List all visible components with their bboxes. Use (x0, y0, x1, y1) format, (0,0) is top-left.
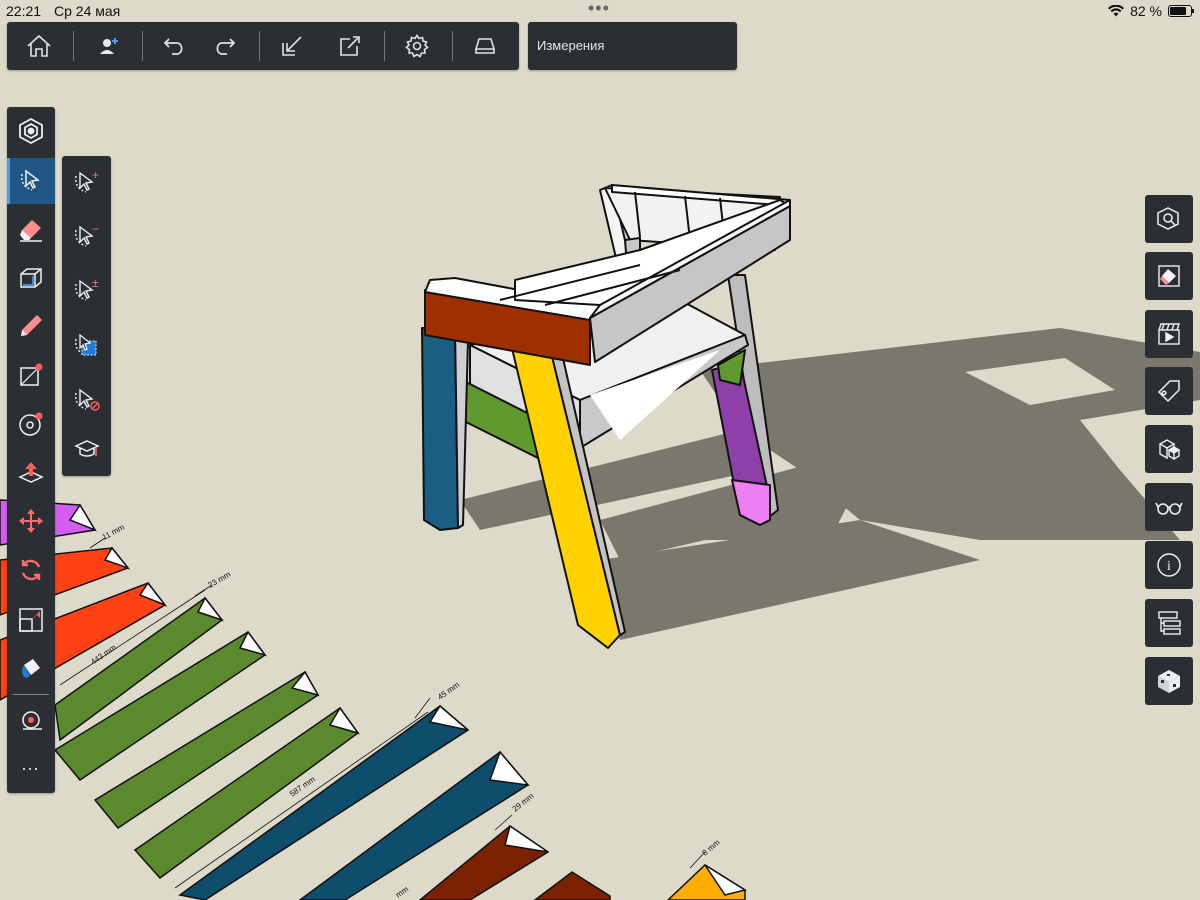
circle-tool-button[interactable] (7, 401, 55, 447)
select-add-icon: + (74, 168, 99, 193)
dim-label-11: 11 mm (101, 522, 127, 541)
toolbar-separator (384, 31, 385, 61)
box-tool-button[interactable] (7, 255, 55, 301)
import-button[interactable] (268, 22, 316, 70)
dim-label-8: 8 mm (701, 838, 722, 858)
instructor-panel[interactable]: Измерения (528, 22, 737, 70)
tray-icon (474, 38, 496, 54)
eraser-tool-button[interactable] (7, 207, 55, 253)
export-icon (340, 36, 360, 56)
select-add-button[interactable]: + (62, 156, 111, 208)
select-toggle-button[interactable]: ± (62, 264, 111, 316)
materials-icon (1158, 670, 1180, 693)
select-tool-button[interactable] (7, 158, 55, 204)
object-info-button[interactable] (1145, 252, 1193, 300)
search-components-button[interactable] (1145, 195, 1193, 243)
select-all-icon (74, 333, 96, 356)
rotate-tool-button[interactable] (7, 547, 55, 593)
info-letter: i (1167, 559, 1171, 574)
scenes-button[interactable] (1145, 310, 1193, 358)
scenes-icon (1158, 323, 1180, 345)
instructor-title: Измерения (537, 38, 605, 53)
box-icon (20, 268, 42, 288)
import-icon (282, 36, 302, 56)
add-sign: + (92, 168, 99, 182)
rectangle-tool-button[interactable] (7, 352, 55, 398)
gear-icon (405, 34, 429, 58)
info-icon: i (1157, 553, 1181, 577)
info-button[interactable]: i (1145, 541, 1193, 589)
home-button[interactable] (15, 22, 63, 70)
select-none-icon (74, 388, 100, 411)
account-button[interactable] (85, 22, 133, 70)
model-viewport[interactable]: 11 mm 23 mm 443 mm 45 mm 587 mm 29 mm 8 … (0, 0, 1200, 900)
tape-measure-tool-button[interactable] (7, 698, 55, 744)
redo-icon (216, 38, 235, 55)
dim-label-45: 45 mm (436, 680, 461, 702)
tags-icon (1157, 380, 1180, 403)
paint-tool-button[interactable] (7, 645, 55, 691)
tags-button[interactable] (1145, 367, 1193, 415)
toolbar-separator (452, 31, 453, 61)
display-icon (1155, 502, 1183, 515)
select-icon (20, 169, 40, 191)
rectangle-icon (20, 363, 43, 386)
export-button[interactable] (326, 22, 374, 70)
object-info-icon (1158, 265, 1180, 287)
select-none-button[interactable] (62, 373, 111, 425)
select-subtract-button[interactable]: − (62, 210, 111, 262)
pencil-tool-button[interactable] (7, 303, 55, 349)
undo-icon (164, 38, 183, 55)
paint-bucket-icon (22, 659, 40, 678)
push-pull-tool-button[interactable] (7, 450, 55, 496)
materials-button[interactable] (1145, 657, 1193, 705)
toolbar-separator (142, 31, 143, 61)
learn-button[interactable] (62, 424, 111, 476)
select-toggle-icon: ± (74, 276, 99, 301)
components-button[interactable] (1145, 425, 1193, 473)
toggle-sign: ± (92, 276, 99, 290)
circle-icon (19, 412, 43, 436)
user-add-icon (100, 38, 118, 54)
logo-button[interactable] (7, 108, 55, 154)
rotate-icon (21, 559, 41, 581)
tape-measure-icon (22, 711, 42, 730)
top-toolbar (7, 22, 519, 70)
eraser-icon (20, 220, 42, 242)
pencil-icon (21, 315, 42, 336)
outliner-icon (1158, 611, 1181, 635)
select-tool-flyout: + − ± (62, 156, 111, 476)
push-pull-icon (18, 462, 44, 483)
outliner-button[interactable] (1145, 599, 1193, 647)
logo-icon (19, 117, 43, 145)
dim-label-29: 29 mm (511, 791, 536, 813)
left-toolbar: ⋯ (7, 107, 55, 793)
select-all-button[interactable] (62, 319, 111, 371)
scale-icon (19, 608, 43, 632)
layout-button[interactable] (461, 22, 509, 70)
display-button[interactable] (1145, 483, 1193, 531)
toolbar-separator (73, 31, 74, 61)
home-icon (27, 34, 51, 57)
toolbar-separator (259, 31, 260, 61)
redo-button[interactable] (200, 22, 248, 70)
more-icon: ⋯ (21, 759, 41, 779)
settings-button[interactable] (393, 22, 441, 70)
move-icon (19, 509, 43, 533)
more-tools-button[interactable]: ⋯ (7, 746, 55, 792)
toolbar-divider (13, 694, 49, 695)
components-icon (1158, 439, 1181, 461)
move-tool-button[interactable] (7, 498, 55, 544)
undo-button[interactable] (151, 22, 199, 70)
select-subtract-icon: − (74, 222, 99, 247)
learn-icon (73, 440, 100, 457)
dim-label-mm: mm (394, 884, 410, 899)
subtract-sign: − (92, 222, 99, 236)
search-components-icon (1157, 207, 1179, 230)
scale-tool-button[interactable] (7, 597, 55, 643)
dim-label-23: 23 mm (207, 570, 233, 590)
